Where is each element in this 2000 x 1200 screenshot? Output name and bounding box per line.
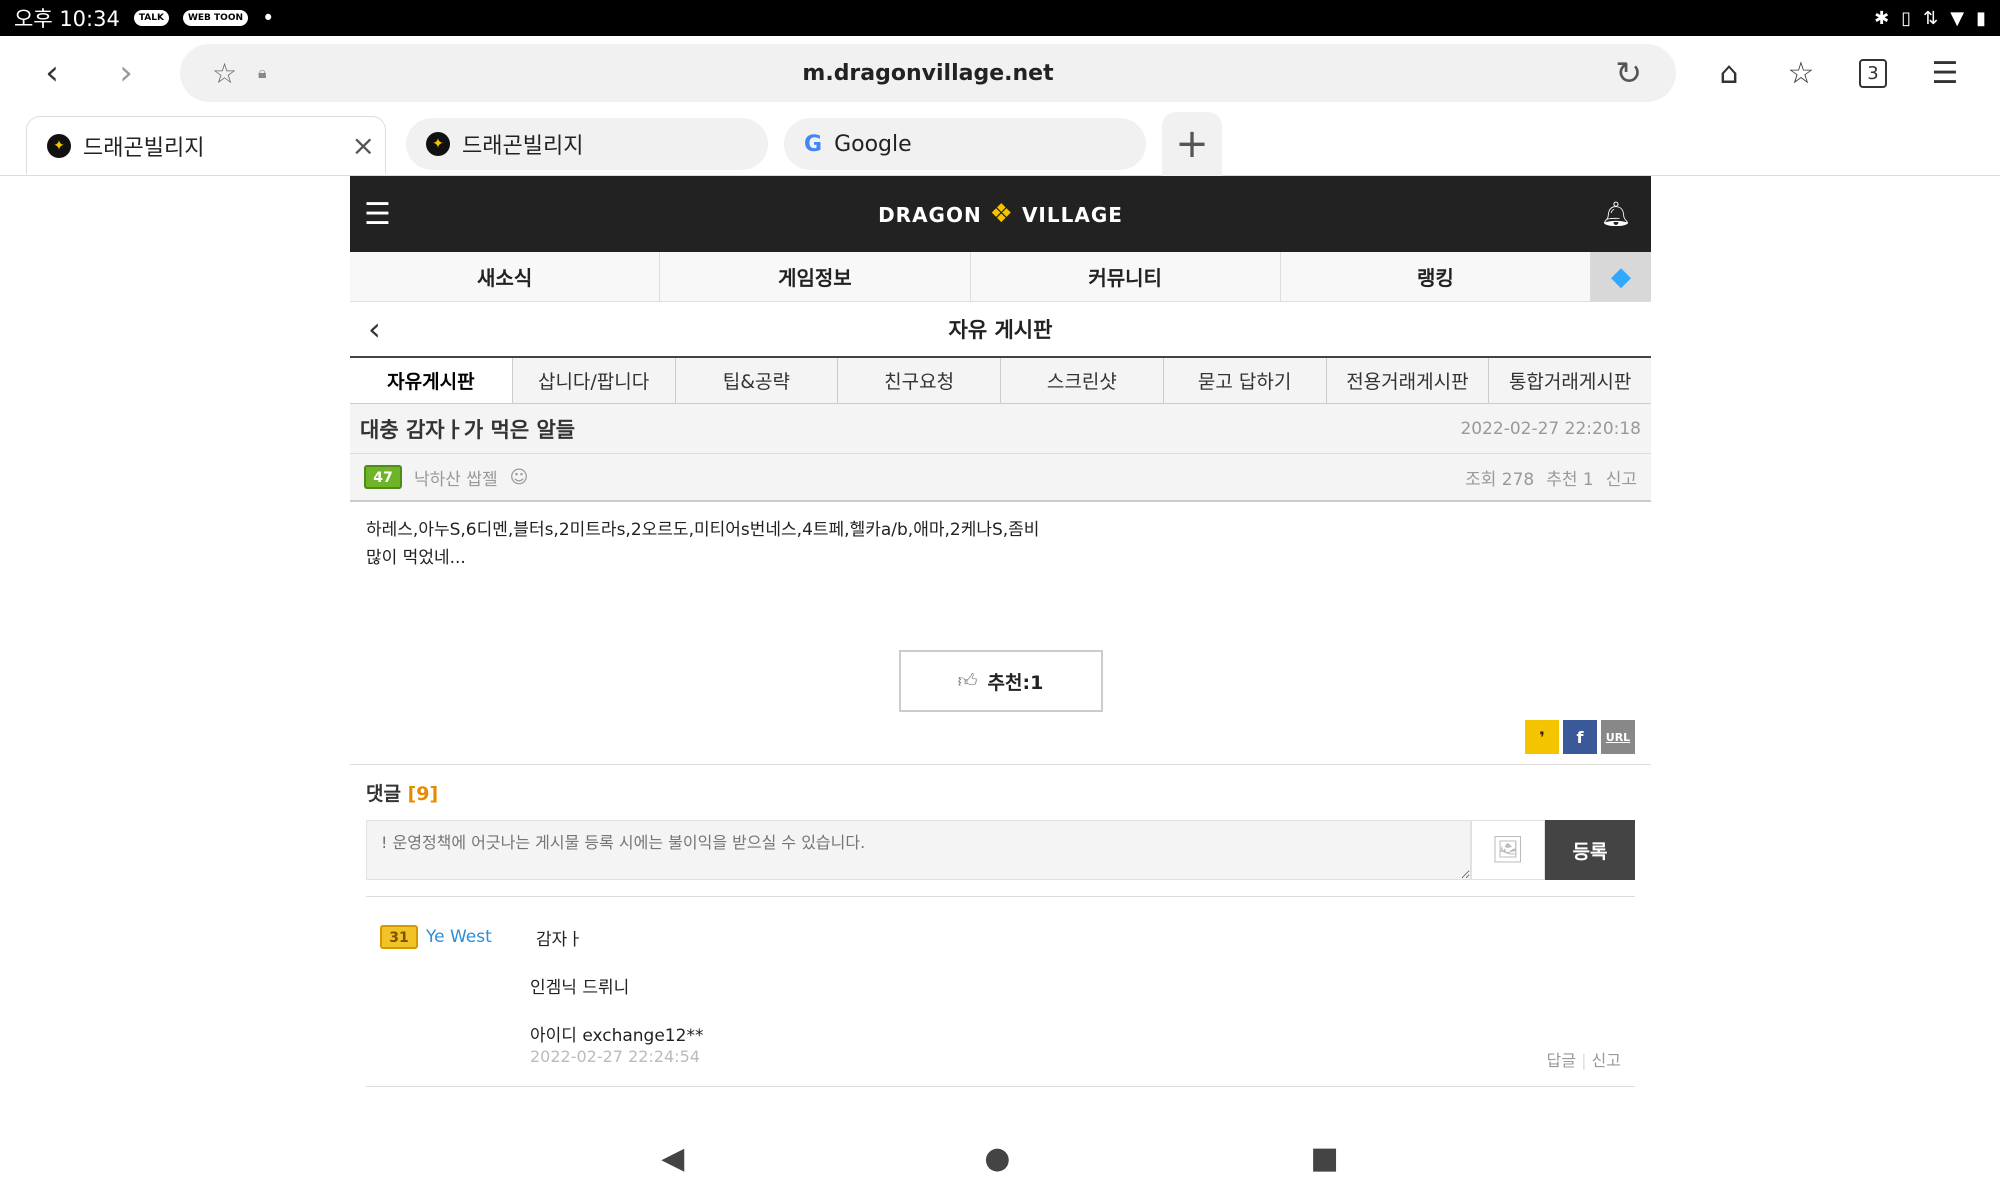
board-subtabs: 자유게시판 삽니다/팝니다 팁&공략 친구요청 스크린샷 묻고 답하기 전용거래… — [350, 358, 1651, 404]
comment-item: 31 Ye West 감자ㅏ 인겜닉 드뤼니 아이디 exchange12** … — [366, 897, 1635, 1087]
google-favicon-icon: G — [804, 131, 823, 157]
avatar-icon: ☺ — [509, 466, 529, 488]
battery-icon: ▮ — [1976, 7, 1986, 29]
image-upload-icon[interactable]: 🖼︎ — [1471, 820, 1545, 880]
comment-input[interactable] — [366, 820, 1471, 880]
nav-ranking[interactable]: 랭킹 — [1281, 252, 1591, 301]
dragon-wings-icon: ❖ — [989, 199, 1014, 229]
bell-icon[interactable]: 🔔︎ — [1601, 200, 1631, 228]
kakao-share-icon[interactable]: ❜ — [1525, 720, 1559, 754]
android-nav-bar: ◀ ● ■ — [0, 1116, 2000, 1200]
subtab-tips[interactable]: 팁&공략 — [675, 358, 839, 403]
bookmarks-icon[interactable]: ☆ — [1774, 46, 1828, 100]
thumbs-up-icon: 👍︎ — [957, 669, 978, 692]
dragon-favicon-icon: ✦ — [426, 132, 450, 156]
post-meta: 47 낙하산 쌉젤 ☺ 조회 278 추천 1 신고 — [350, 454, 1651, 502]
reload-icon[interactable]: ↻ — [1615, 54, 1642, 92]
reply-link[interactable]: 답글 — [1547, 1051, 1576, 1070]
nav-home-icon[interactable]: ● — [984, 1141, 1010, 1176]
subtab-integrated-trade[interactable]: 통합거래게시판 — [1489, 358, 1651, 403]
view-count: 조회 278 — [1465, 469, 1535, 490]
post-title: 대충 감자ㅏ가 먹은 알들 — [360, 417, 576, 442]
post-date: 2022-02-27 22:20:18 — [1460, 418, 1641, 439]
diamond-icon[interactable]: ◆ — [1591, 252, 1651, 301]
browser-toolbar: ‹ › ☆ 🔒︎ m.dragonvillage.net ↻ ⌂ ☆ 3 ☰ — [0, 36, 2000, 110]
post-body: 하레스,아누S,6디멘,블터s,2미트라s,2오르도,미티어s번네스,4트페,헬… — [350, 502, 1651, 642]
notification-dot: • — [262, 6, 275, 30]
comment-line: 감자ㅏ — [536, 930, 583, 950]
post-author[interactable]: 낙하산 쌉젤 — [414, 465, 498, 490]
new-tab-plus-icon[interactable]: + — [1162, 112, 1222, 176]
subtab-qna[interactable]: 묻고 답하기 — [1163, 358, 1327, 403]
nav-news[interactable]: 새소식 — [350, 252, 661, 301]
nav-recents-icon[interactable]: ■ — [1310, 1141, 1338, 1176]
subtab-friend-request[interactable]: 친구요청 — [838, 358, 1001, 403]
post-header: 대충 감자ㅏ가 먹은 알들 2022-02-27 22:20:18 — [350, 404, 1651, 454]
forward-icon[interactable]: › — [96, 43, 156, 103]
comment-author[interactable]: Ye West — [426, 927, 492, 947]
tabs-icon[interactable]: 3 — [1846, 46, 1900, 100]
clock: 오후 10:34 — [14, 7, 120, 31]
comment-author-block: 31 Ye West — [380, 925, 492, 949]
facebook-share-icon[interactable]: f — [1563, 720, 1597, 754]
tab-label: 드래곤빌리지 — [462, 134, 584, 159]
comment-line: 인겜닉 드뤼니 — [530, 978, 630, 998]
close-tab-icon[interactable]: × — [352, 129, 375, 162]
submit-comment-button[interactable]: 등록 — [1545, 820, 1635, 880]
recommend-count: 추천 1 — [1546, 469, 1594, 490]
subtab-buy-sell[interactable]: 삽니다/팝니다 — [512, 358, 676, 403]
url-text[interactable]: m.dragonvillage.net — [180, 61, 1676, 86]
tab-google[interactable]: G Google — [784, 118, 1146, 170]
tab-dragonvillage-active[interactable]: ✦ 드래곤빌리지 × — [26, 116, 386, 174]
post-body-line: 하레스,아누S,6디멘,블터s,2미트라s,2오르도,미티어s번네스,4트페,헬… — [366, 520, 1040, 540]
nav-community[interactable]: 커뮤니티 — [971, 252, 1281, 301]
board-title: ‹ 자유 게시판 — [350, 302, 1651, 358]
post-body-line: 많이 먹었네... — [366, 548, 466, 568]
subtab-exclusive-trade[interactable]: 전용거래게시판 — [1326, 358, 1490, 403]
report-link[interactable]: 신고 — [1606, 465, 1637, 490]
recommend-button[interactable]: 👍︎ 추천:1 — [898, 650, 1103, 712]
level-badge: 47 — [364, 465, 402, 489]
nav-game-info[interactable]: 게임정보 — [660, 252, 971, 301]
comments-header: 댓글 [9] — [366, 783, 439, 805]
tab-label: Google — [834, 131, 912, 157]
tab-dragonvillage[interactable]: ✦ 드래곤빌리지 — [406, 118, 768, 170]
vibrate-icon: ▯ — [1901, 7, 1912, 29]
wifi-icon: ▼ — [1950, 7, 1965, 29]
status-bar: 오후 10:34 TALK WEB TOON • ✱ ▯ ⇅ ▼ ▮ — [0, 0, 2000, 36]
site-content: ☰ DRAGON ❖ VILLAGE 🔔︎ 새소식 게임정보 커뮤니티 랭킹 ◆… — [350, 176, 1651, 1116]
dragon-favicon-icon: ✦ — [47, 133, 71, 158]
main-nav: 새소식 게임정보 커뮤니티 랭킹 ◆ — [350, 252, 1651, 302]
subtab-free-board[interactable]: 자유게시판 — [350, 358, 513, 403]
separator: | — [1581, 1051, 1587, 1070]
dragon-village-logo[interactable]: DRAGON ❖ VILLAGE — [350, 199, 1651, 229]
bluetooth-icon: ✱ — [1874, 7, 1890, 29]
comment-count: [9] — [407, 783, 439, 805]
comment-report-link[interactable]: 신고 — [1592, 1051, 1621, 1070]
menu-icon[interactable]: ☰ — [1918, 46, 1972, 100]
back-icon[interactable]: ‹ — [22, 43, 82, 103]
address-bar[interactable]: ☆ 🔒︎ m.dragonvillage.net ↻ — [180, 44, 1676, 102]
comment-line: 아이디 exchange12** — [530, 1026, 704, 1046]
webtoon-icon: WEB TOON — [182, 10, 249, 26]
comments-section: 댓글 [9] 🖼︎ 등록 31 Ye West 감자ㅏ 인겜닉 드뤼니 아이디 … — [350, 765, 1651, 1101]
kakaotalk-icon: TALK — [133, 10, 169, 26]
board-back-icon[interactable]: ‹ — [368, 310, 381, 348]
comment-date: 2022-02-27 22:24:54 — [530, 1047, 700, 1066]
comment-form: 🖼︎ 등록 — [366, 820, 1635, 880]
home-icon[interactable]: ⌂ — [1702, 46, 1756, 100]
comment-actions: 답글 | 신고 — [1547, 1047, 1621, 1071]
site-header: ☰ DRAGON ❖ VILLAGE 🔔︎ — [350, 176, 1651, 252]
url-share-icon[interactable]: URL — [1601, 720, 1635, 754]
level-badge: 31 — [380, 925, 418, 949]
data-icon: ⇅ — [1923, 7, 1939, 29]
tab-strip: ✦ 드래곤빌리지 × ✦ 드래곤빌리지 G Google + — [0, 110, 2000, 176]
tab-label: 드래곤빌리지 — [83, 135, 205, 161]
subtab-screenshot[interactable]: 스크린샷 — [1001, 358, 1164, 403]
share-buttons: ❜ f URL — [350, 720, 1651, 754]
nav-back-icon[interactable]: ◀ — [661, 1141, 684, 1176]
